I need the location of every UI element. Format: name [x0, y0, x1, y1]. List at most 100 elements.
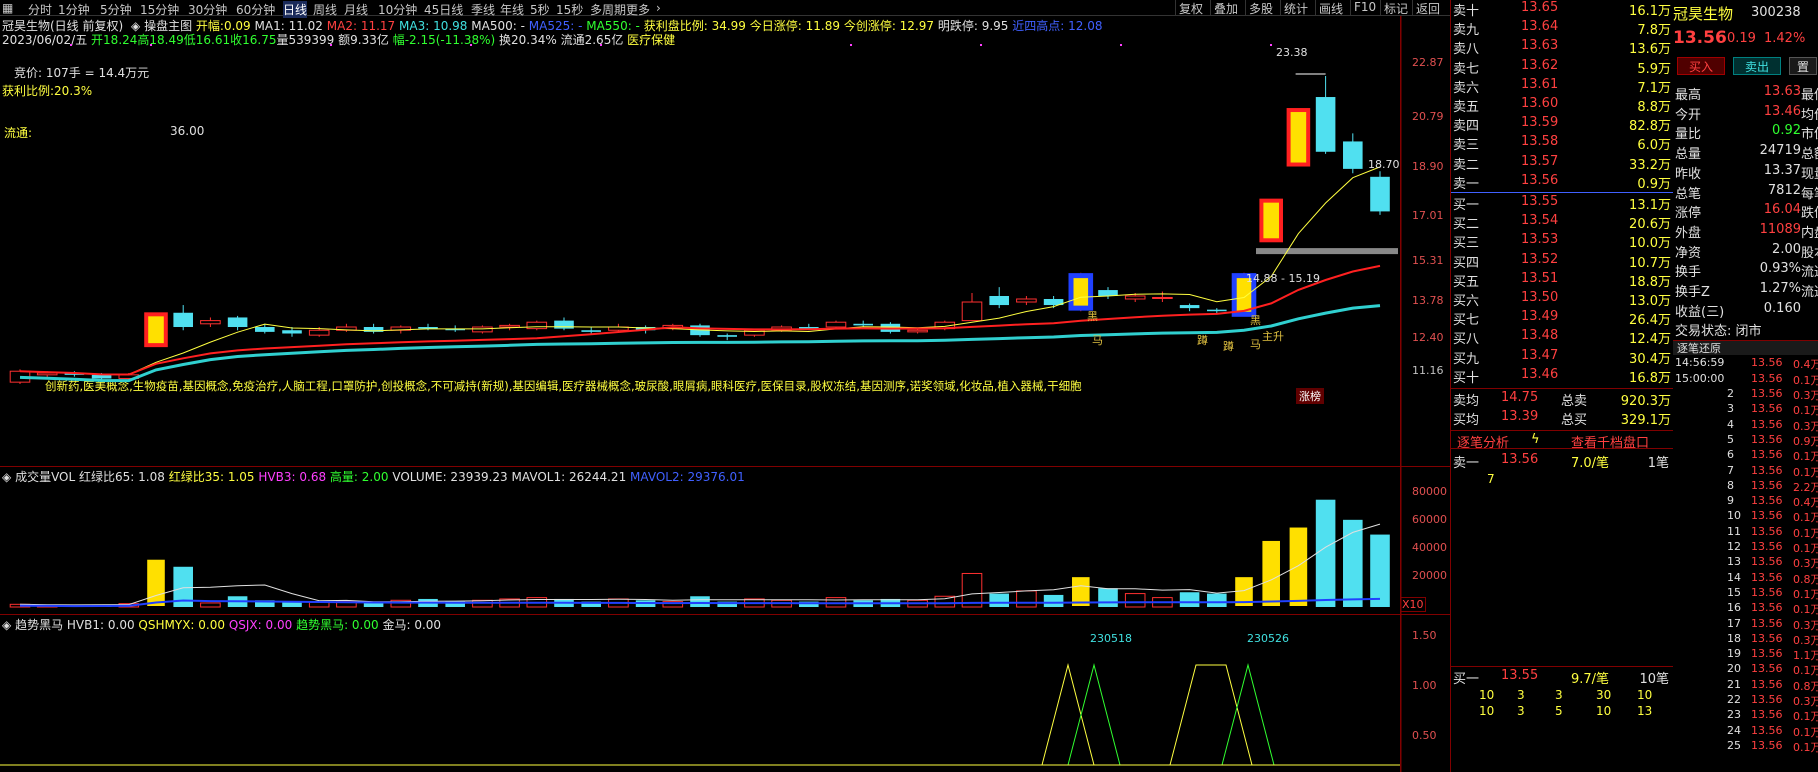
tab-qiandang[interactable]: 查看千档盘口	[1571, 432, 1649, 451]
buy1-label: 买一	[1453, 672, 1480, 687]
tick-volume: 0.1万	[1793, 511, 1818, 525]
buy-row-8[interactable]: 买九 13.47 30.4万	[1451, 348, 1671, 367]
tick-price: 13.56	[1751, 463, 1783, 477]
more-arrow-icon[interactable]: ›	[656, 1, 661, 15]
candle-body	[1152, 296, 1173, 299]
sell-label: 卖一	[1453, 176, 1480, 192]
buy-volume: 26.4万	[1629, 313, 1671, 329]
toolbar-btn-6[interactable]: 标记	[1380, 0, 1411, 16]
ma3-line	[19, 304, 1381, 383]
toolbar-menu-icon[interactable]: ▦	[2, 1, 13, 15]
candle-body	[989, 295, 1009, 306]
sell-volume: 8.8万	[1637, 100, 1671, 115]
signal-dot	[470, 44, 472, 46]
buy-row-3[interactable]: 买四 13.52 10.7万	[1451, 252, 1671, 271]
tab-zhubi[interactable]: 逐笔分析	[1457, 432, 1509, 451]
quote-row-1: 今开 13.46均价	[1673, 104, 1818, 124]
candle-body	[961, 301, 983, 322]
buy-row-6[interactable]: 买七 13.49 26.4万	[1451, 309, 1671, 328]
quote-row-right-label: 现量	[1801, 166, 1818, 182]
tick-price: 13.56	[1751, 494, 1783, 508]
quote-row-label: 昨收	[1675, 166, 1702, 182]
quote-row-right-label: 均价	[1801, 107, 1818, 123]
buy-row-2[interactable]: 买三 13.53 10.0万	[1451, 232, 1671, 251]
signal-dot	[600, 44, 602, 46]
volume-bar	[1043, 594, 1064, 607]
price-axis-4: 15.31	[1412, 254, 1444, 267]
tick-row-4: 4 13.56 0.3万	[1673, 418, 1818, 433]
tick-volume: 0.3万	[1793, 695, 1818, 708]
quote-change: 0.19	[1727, 31, 1756, 46]
sell-row-8[interactable]: 卖二 13.57 33.2万	[1451, 154, 1671, 173]
toolbar-btn-3[interactable]: 统计	[1280, 0, 1311, 16]
buy-row-1[interactable]: 买二 13.54 20.6万	[1451, 213, 1671, 232]
buy-row-0[interactable]: 买一 13.55 13.1万	[1451, 194, 1671, 213]
buy-row-7[interactable]: 买八 13.48 12.4万	[1451, 328, 1671, 347]
sell-row-1[interactable]: 卖九 13.64 7.8万	[1451, 19, 1671, 38]
toolbar-btn-7[interactable]: 返回	[1412, 0, 1443, 16]
candle-body	[1207, 309, 1227, 312]
tick-volume: 0.1万	[1793, 725, 1818, 739]
tick-time: 16	[1727, 601, 1741, 615]
volume-bar	[1207, 593, 1227, 607]
sell-row-4[interactable]: 卖六 13.61 7.1万	[1451, 77, 1671, 96]
tick-time: 3	[1727, 402, 1734, 416]
tick-time: 18	[1727, 631, 1741, 645]
buy-button[interactable]: 买入	[1677, 57, 1725, 75]
toolbar-btn-4[interactable]: 画线	[1315, 0, 1346, 16]
sell-button[interactable]: 卖出	[1733, 57, 1781, 75]
marker-zhusheng: 主升	[1262, 330, 1284, 343]
quote-row-value: 7812	[1767, 182, 1801, 198]
tick-volume: 0.1万	[1793, 465, 1818, 479]
tick-header[interactable]: 逐笔还原	[1677, 340, 1721, 356]
sell-row-6[interactable]: 卖四 13.59 82.8万	[1451, 115, 1671, 134]
more-button[interactable]: 置	[1789, 57, 1817, 75]
quote-row-10: 换手Z 1.27%流通	[1673, 281, 1818, 301]
toolbar-btn-0[interactable]: 复权	[1175, 0, 1206, 16]
buy-row-9[interactable]: 买十 13.46 16.8万	[1451, 367, 1671, 386]
total-sell-value: 920.3万	[1620, 394, 1671, 409]
sell-volume: 82.8万	[1629, 119, 1671, 135]
buy-label: 买六	[1453, 294, 1480, 309]
sell-row-9[interactable]: 卖一 13.56 0.9万	[1451, 173, 1671, 192]
quote-row-right-label: 跌停	[1801, 206, 1818, 222]
sell-row-5[interactable]: 卖五 13.60 8.8万	[1451, 96, 1671, 115]
sell-row-3[interactable]: 卖七 13.62 5.9万	[1451, 58, 1671, 77]
toolbar-btn-1[interactable]: 叠加	[1210, 0, 1241, 16]
tick-time: 2	[1727, 387, 1734, 400]
right-panel: 卖十 13.65 16.1万 卖九 13.64 7.8万 卖八 13.63 13.6万 卖七 13.…	[1450, 0, 1818, 772]
tick-row-19: 19 13.56 1.1万	[1673, 647, 1818, 662]
tick-time: 14:56:59	[1675, 356, 1725, 370]
tick-time: 10	[1727, 509, 1741, 523]
sell1-queue: 7	[1487, 472, 1495, 487]
sell-volume: 13.6万	[1629, 42, 1671, 58]
toolbar-btn-2[interactable]: 多股	[1245, 0, 1276, 16]
quote-row-right-label: 内盘	[1801, 225, 1818, 241]
toolbar-btn-5[interactable]: F10	[1350, 0, 1379, 16]
price-axis-7: 11.16	[1412, 364, 1444, 377]
tick-price: 13.56	[1751, 723, 1783, 737]
buy-row-4[interactable]: 买五 13.51 18.8万	[1451, 271, 1671, 290]
buy-label: 买二	[1453, 217, 1480, 233]
buy1-queue-b4: 13	[1637, 704, 1653, 718]
candle-body	[1179, 305, 1200, 309]
sell-row-7[interactable]: 卖三 13.58 6.0万	[1451, 134, 1671, 153]
avg-sell-value: 14.75	[1501, 390, 1539, 405]
marker-ma-1: 马	[1092, 334, 1103, 347]
avg-buy-label: 买均	[1453, 413, 1480, 429]
marker-hei-1: 黑	[1087, 310, 1098, 323]
buy-label: 买一	[1453, 198, 1480, 213]
sell-row-2[interactable]: 卖八 13.63 13.6万	[1451, 38, 1671, 57]
buy-row-5[interactable]: 买六 13.50 13.0万	[1451, 290, 1671, 309]
tick-time: 8	[1727, 478, 1734, 492]
quote-row-right-label: 最低	[1801, 88, 1818, 103]
buy1-queue-b0: 10	[1479, 704, 1495, 718]
buy-label: 买三	[1453, 236, 1480, 252]
quote-row-3: 总量 24719总额	[1673, 143, 1818, 163]
sell-row-0[interactable]: 卖十 13.65 16.1万	[1451, 0, 1671, 19]
signal-candle	[1068, 273, 1094, 311]
axis-divider	[1400, 16, 1401, 772]
candle-body	[825, 321, 847, 328]
candle-body	[1016, 298, 1037, 303]
current-price-label: 18.70	[1368, 158, 1400, 171]
